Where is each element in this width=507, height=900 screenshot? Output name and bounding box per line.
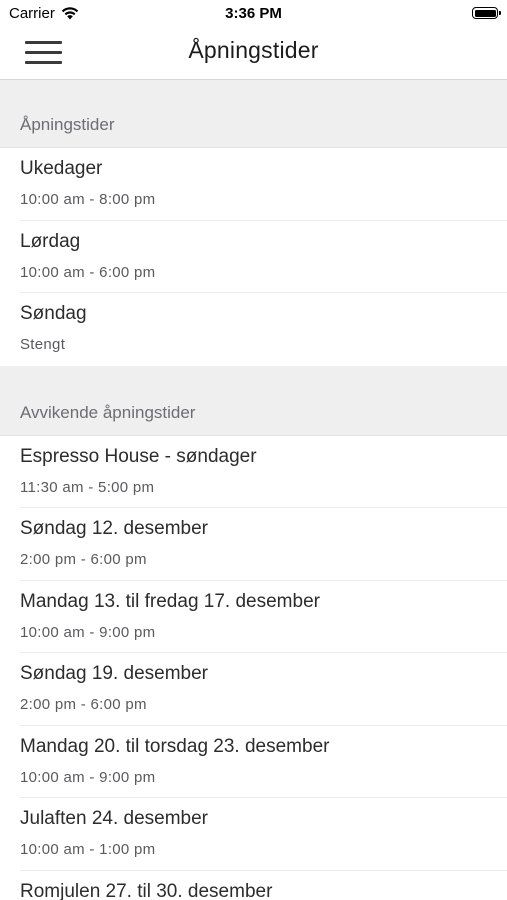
hours-label: 10:00 am - 8:00 pm xyxy=(20,191,156,208)
day-label: Espresso House - søndager xyxy=(20,445,257,467)
battery-icon xyxy=(472,7,501,19)
day-label: Julaften 24. desember xyxy=(20,808,209,829)
section-header-regular: Åpningstider xyxy=(0,80,507,148)
list-item: Ukedager 10:00 am - 8:00 pm xyxy=(0,148,507,221)
hours-label: 2:00 pm - 6:00 pm xyxy=(20,696,147,713)
day-label: Søndag 12. desember xyxy=(20,518,209,539)
battery-fill xyxy=(474,9,496,17)
navigation-bar: Åpningstider xyxy=(0,30,507,80)
status-time: 3:36 PM xyxy=(225,5,282,22)
list-item: Lørdag 10:00 am - 6:00 pm xyxy=(0,220,507,293)
section-header-special: Avvikende åpningstider xyxy=(0,365,507,436)
page-title: Åpningstider xyxy=(188,37,319,63)
list-item: Romjulen 27. til 30. desember xyxy=(0,870,507,900)
list-item: Søndag 19. desember 2:00 pm - 6:00 pm xyxy=(0,653,507,726)
list-item: Mandag 13. til fredag 17. desember 10:00… xyxy=(0,580,507,653)
hours-label: 2:00 pm - 6:00 pm xyxy=(20,551,147,568)
hours-label: 11:30 am - 5:00 pm xyxy=(20,478,155,496)
list-item: Søndag Stengt xyxy=(0,293,507,366)
day-label: Lørdag xyxy=(20,230,81,252)
hours-label: 10:00 am - 6:00 pm xyxy=(20,263,156,281)
hours-list[interactable]: Åpningstider Ukedager 10:00 am - 8:00 pm… xyxy=(0,80,507,900)
list-item: Julaften 24. desember 10:00 am - 1:00 pm xyxy=(0,798,507,871)
status-bar: Carrier 3:36 PM xyxy=(0,0,507,30)
list-item: Espresso House - søndager 11:30 am - 5:0… xyxy=(0,435,507,508)
day-label: Mandag 13. til fredag 17. desember xyxy=(20,590,320,612)
day-label: Mandag 20. til torsdag 23. desember xyxy=(20,735,330,757)
day-label: Søndag 19. desember xyxy=(20,663,209,684)
hours-label: 10:00 am - 1:00 pm xyxy=(20,841,156,858)
hours-label: Stengt xyxy=(20,336,66,353)
hours-label: 10:00 am - 9:00 pm xyxy=(20,768,156,786)
day-label: Romjulen 27. til 30. desember xyxy=(20,880,273,900)
hours-label: 10:00 am - 9:00 pm xyxy=(20,623,156,641)
day-label: Ukedager xyxy=(20,158,103,179)
list-item: Mandag 20. til torsdag 23. desember 10:0… xyxy=(0,725,507,798)
day-label: Søndag xyxy=(20,303,87,324)
list-item: Søndag 12. desember 2:00 pm - 6:00 pm xyxy=(0,508,507,581)
